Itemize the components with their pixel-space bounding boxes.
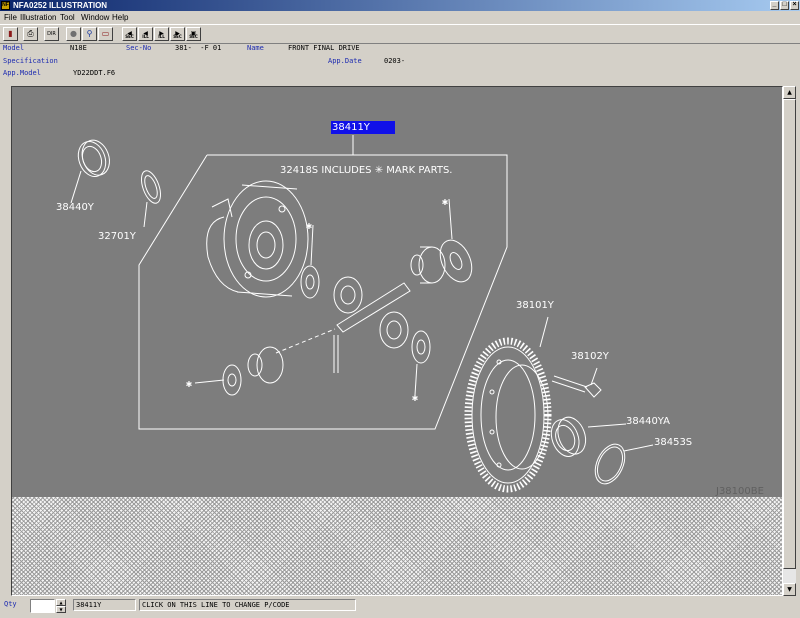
callout-38101y[interactable]: 38101Y bbox=[516, 300, 554, 311]
circle-icon: ● bbox=[70, 29, 77, 38]
callout-32701y[interactable]: 32701Y bbox=[98, 231, 136, 242]
minimize-button[interactable]: _ bbox=[770, 1, 779, 10]
ring-gear-38101y bbox=[464, 337, 552, 493]
sec-prev-button[interactable]: ◀ SEC bbox=[122, 27, 137, 41]
qty-down-button[interactable]: ▼ bbox=[56, 606, 66, 613]
appdate-label: App.Date bbox=[328, 57, 362, 65]
ill-prev-button[interactable]: ◀ ILL bbox=[138, 27, 153, 41]
book-icon: ▮ bbox=[8, 29, 13, 38]
pinion-shaft bbox=[336, 282, 411, 333]
dir-icon: DIR bbox=[47, 31, 56, 37]
menu-window[interactable]: Window bbox=[81, 13, 109, 22]
pages-button[interactable]: ▭ bbox=[98, 27, 113, 41]
callout-38440ya[interactable]: 38440YA bbox=[626, 416, 670, 427]
sec-icon: SEC bbox=[189, 34, 198, 39]
specification-label: Specification bbox=[3, 57, 58, 65]
assembly-outline bbox=[138, 154, 508, 430]
washer bbox=[222, 364, 242, 396]
illustration-panel[interactable]: ✱ ✱ ✱ ✱ 38411Y 32418S INCLUDES ✳ MARK PA… bbox=[11, 86, 783, 596]
svg-text:✱: ✱ bbox=[412, 394, 419, 403]
scroll-thumb[interactable] bbox=[783, 99, 796, 569]
vertical-scrollbar[interactable]: ▲ ▼ bbox=[783, 86, 796, 596]
scroll-down-button[interactable]: ▼ bbox=[783, 583, 796, 596]
search-button[interactable]: ⚲ bbox=[82, 27, 97, 41]
model-label: Model bbox=[3, 44, 25, 52]
menu-help[interactable]: Help bbox=[112, 13, 128, 22]
window-title: NFA0252 ILLUSTRATION bbox=[13, 1, 108, 10]
print-icon: ⎙ bbox=[27, 29, 34, 38]
ill-next-icon: ILL bbox=[158, 34, 165, 39]
parts-diagram: ✱ ✱ ✱ ✱ bbox=[70, 135, 654, 493]
menu-tool[interactable]: Tool bbox=[60, 13, 75, 22]
part-code-field[interactable]: 38411Y bbox=[73, 599, 136, 611]
scroll-up-button[interactable]: ▲ bbox=[783, 86, 796, 99]
close-button[interactable]: × bbox=[790, 1, 799, 10]
sec-button[interactable]: ▣ SEC bbox=[186, 27, 201, 41]
menu-illustration[interactable]: Illustration bbox=[20, 13, 56, 22]
print-button[interactable]: ⎙ bbox=[23, 27, 38, 41]
secno-value: 381- -F 01 bbox=[175, 44, 222, 52]
menu-bar: File Illustration Tool Window Help bbox=[0, 11, 800, 23]
qty-label: Qty bbox=[4, 600, 17, 608]
selected-part-label[interactable]: 38411Y bbox=[331, 121, 395, 134]
appmodel-label: App.Model bbox=[3, 69, 41, 77]
status-bar: Qty ▲ ▼ 38411Y CLICK ON THIS LINE TO CHA… bbox=[0, 597, 800, 618]
secno-label: Sec-No bbox=[126, 44, 152, 52]
sec-next-button[interactable]: ▶ SEC bbox=[170, 27, 185, 41]
svg-text:✱: ✱ bbox=[442, 198, 449, 207]
appmodel-value: YD22DDT.F6 bbox=[73, 69, 116, 77]
washer bbox=[300, 265, 320, 299]
sec-prev-icon: SEC bbox=[125, 34, 134, 39]
pinion-gear bbox=[333, 276, 363, 314]
ring-38453s bbox=[594, 443, 626, 485]
app-icon[interactable]: NF bbox=[1, 1, 10, 10]
dir-button[interactable]: DIR bbox=[44, 27, 59, 41]
callout-38453s[interactable]: 38453S bbox=[654, 437, 692, 448]
seal-38440ya bbox=[550, 416, 587, 457]
qty-input[interactable] bbox=[30, 599, 55, 613]
sec-next-icon: SEC bbox=[173, 34, 182, 39]
includes-note: 32418S INCLUDES ✳ MARK PARTS. bbox=[280, 165, 453, 176]
circle-button[interactable]: ● bbox=[66, 27, 81, 41]
ill-prev-icon: ILL bbox=[142, 34, 149, 39]
callout-38102y[interactable]: 38102Y bbox=[571, 351, 609, 362]
pinion-gear bbox=[379, 311, 409, 349]
toolbar: ▮ ⎙ DIR ● ⚲ ▭ ◀ SEC ◀ ILL ▶ ILL ▶ SEC ▣ SEC bbox=[0, 24, 800, 44]
differential-case bbox=[206, 180, 309, 298]
maximize-button[interactable]: □ bbox=[780, 1, 789, 10]
pages-icon: ▭ bbox=[101, 29, 110, 38]
magnifier-icon: ⚲ bbox=[86, 29, 93, 38]
svg-text:✱: ✱ bbox=[306, 222, 313, 231]
ill-next-button[interactable]: ▶ ILL bbox=[154, 27, 169, 41]
book-button[interactable]: ▮ bbox=[3, 27, 18, 41]
change-pcode-hint[interactable]: CLICK ON THIS LINE TO CHANGE P/CODE bbox=[139, 599, 356, 611]
qty-up-button[interactable]: ▲ bbox=[56, 599, 66, 606]
race-32701y bbox=[140, 170, 162, 204]
drawing-code: J38100BE bbox=[716, 486, 764, 497]
title-bar: NF NFA0252 ILLUSTRATION _ □ × bbox=[0, 0, 800, 11]
callout-38440y[interactable]: 38440Y bbox=[56, 202, 94, 213]
washer bbox=[411, 330, 431, 364]
name-label: Name bbox=[247, 44, 264, 52]
menu-file[interactable]: File bbox=[4, 13, 17, 22]
hatched-area bbox=[12, 497, 782, 595]
name-value: FRONT FINAL DRIVE bbox=[288, 44, 360, 52]
bolt-38102y bbox=[551, 375, 602, 398]
appdate-value: 0203- bbox=[384, 57, 406, 65]
svg-text:✱: ✱ bbox=[186, 380, 193, 389]
model-value: N18E bbox=[70, 44, 87, 52]
